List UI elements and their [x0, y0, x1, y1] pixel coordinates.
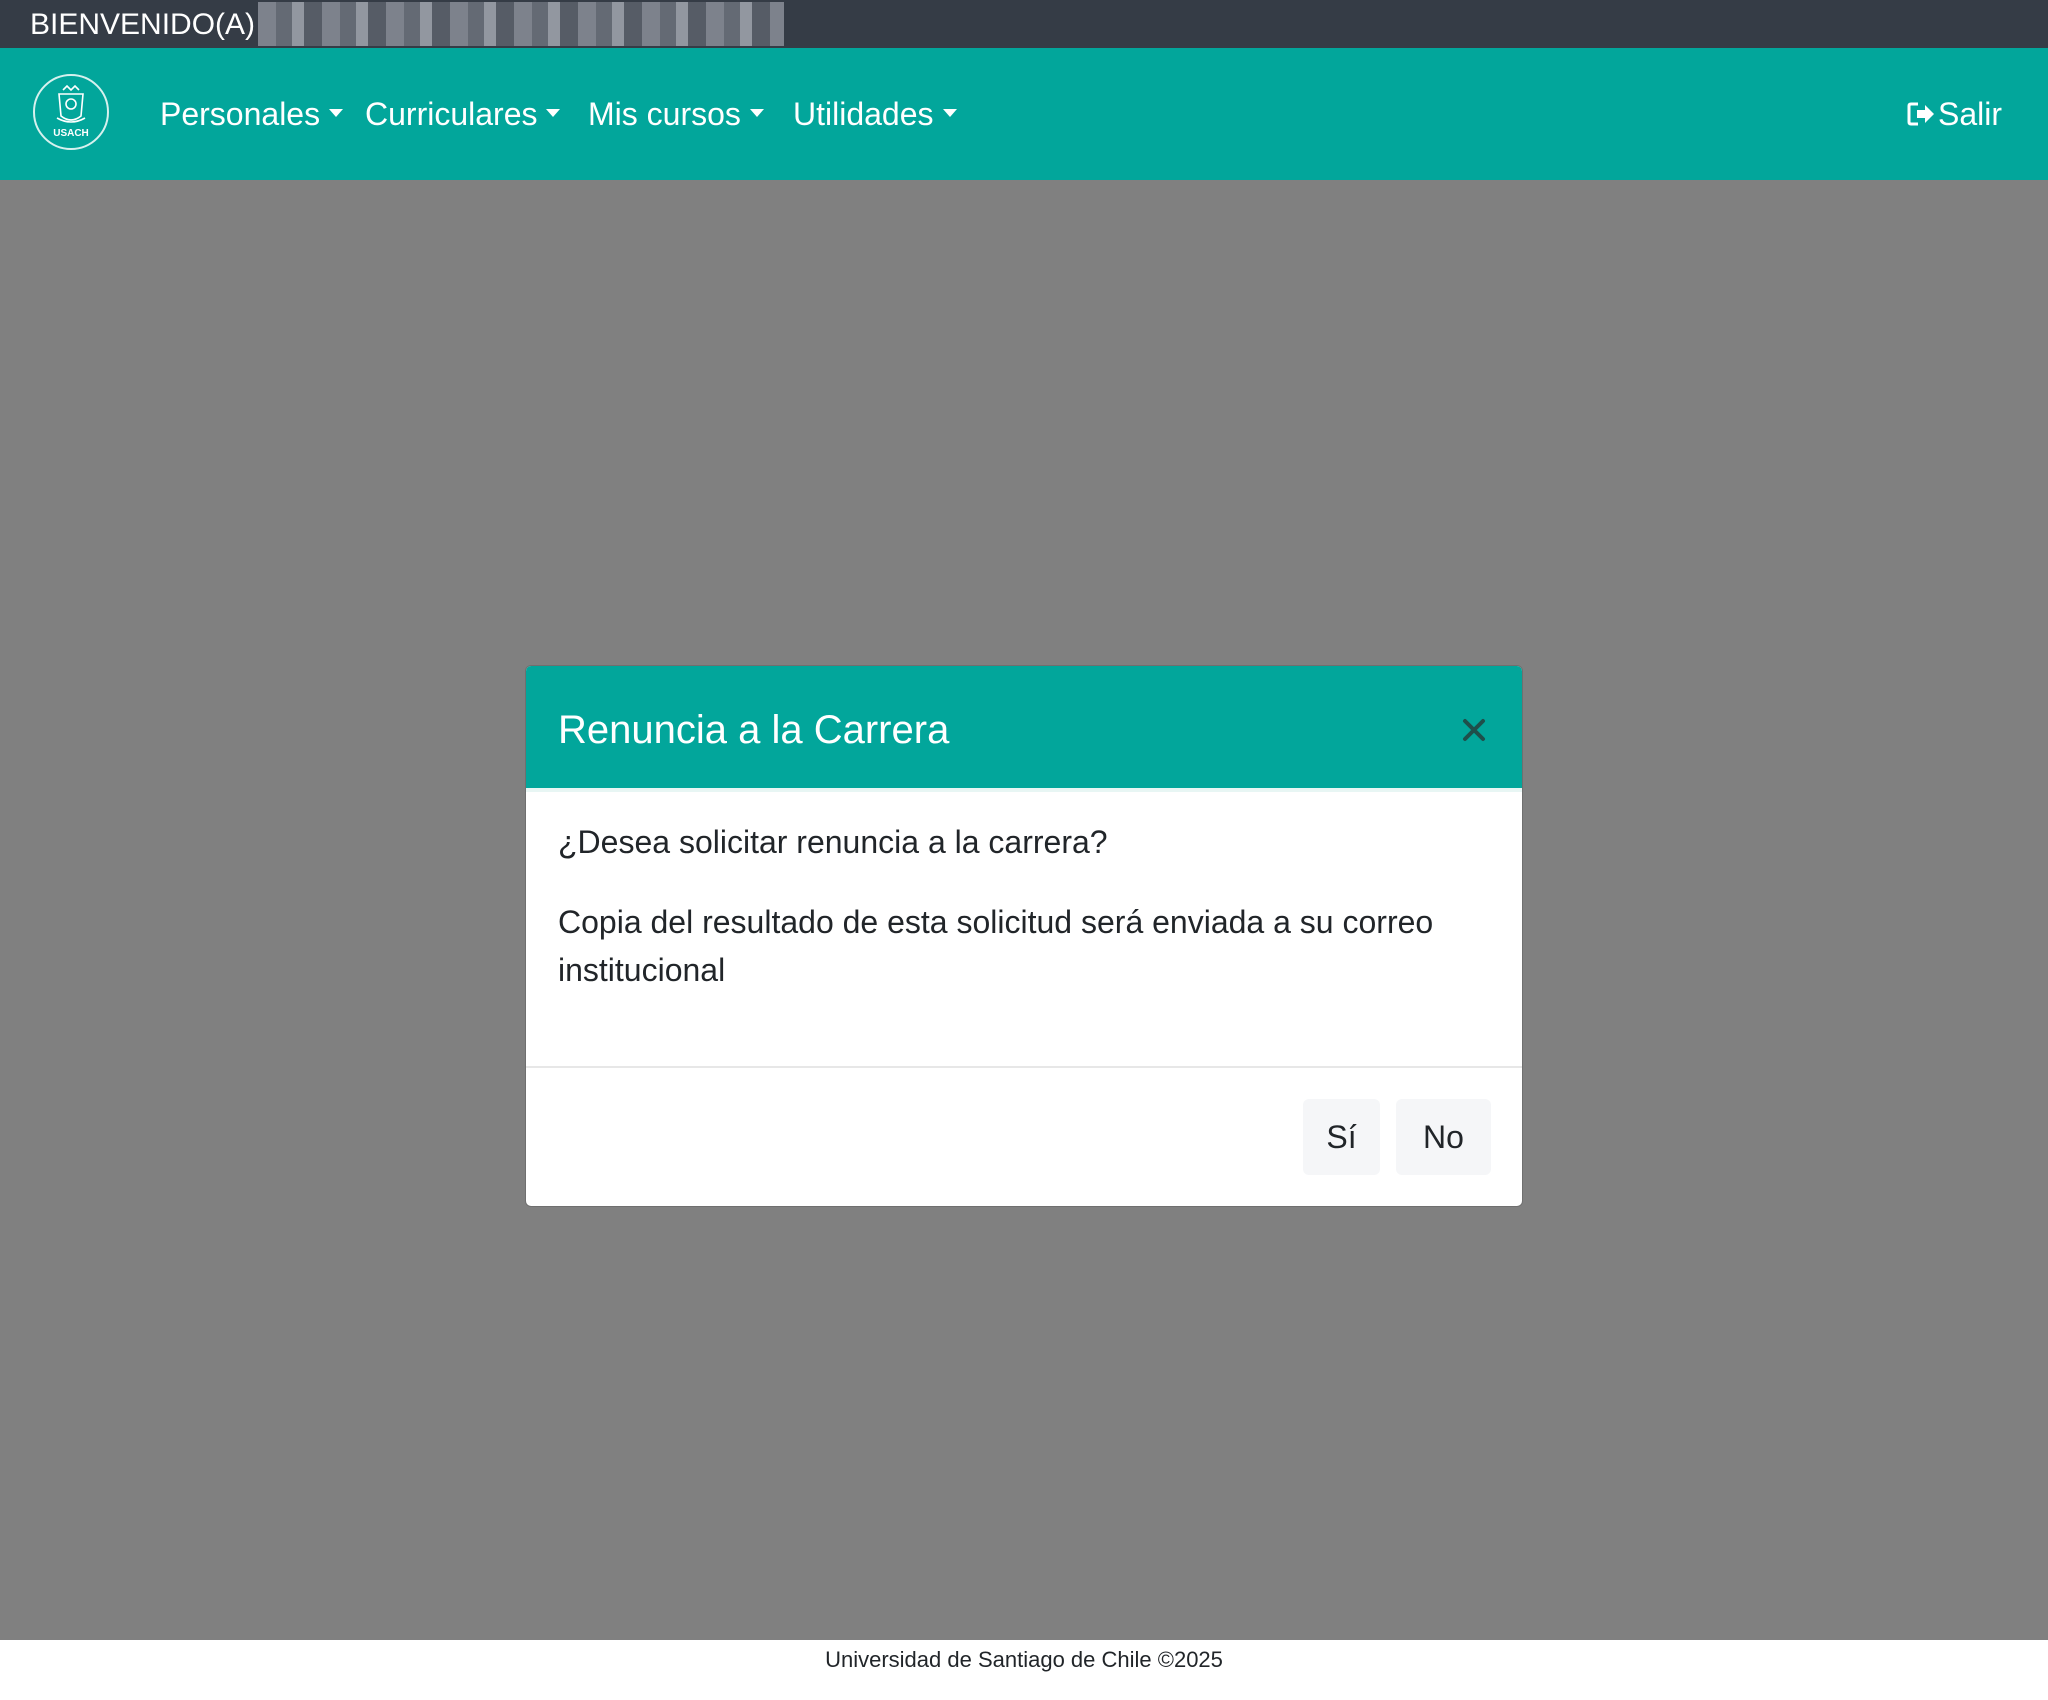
sign-out-icon [1907, 102, 1934, 126]
logout-button[interactable]: Salir [1906, 94, 2002, 134]
footer-copyright: Universidad de Santiago de Chile ©2025 [825, 1647, 1223, 1672]
nav-utilidades-label: Utilidades [793, 96, 934, 132]
welcome-bar: BIENVENIDO(A) [0, 0, 2048, 48]
footer: Universidad de Santiago de Chile ©2025 [0, 1640, 2048, 1700]
modal-title: Renuncia a la Carrera [558, 708, 950, 752]
redacted-user-name [258, 2, 784, 46]
modal-body: ¿Desea solicitar renuncia a la carrera? … [558, 818, 1488, 1026]
yes-button[interactable]: Sí [1303, 1099, 1380, 1175]
nav-curriculares[interactable]: Curriculares [365, 94, 561, 134]
modal-divider [526, 1066, 1522, 1068]
renuncia-modal: Renuncia a la Carrera ¿Desea solicitar r… [525, 665, 1523, 1207]
close-icon [1463, 719, 1485, 741]
caret-down-icon [329, 108, 344, 117]
nav-personales-label: Personales [160, 96, 321, 132]
nav-mis-cursos[interactable]: Mis cursos [588, 94, 764, 134]
modal-note: Copia del resultado de esta solicitud se… [558, 904, 1434, 988]
logout-label: Salir [1937, 96, 2002, 132]
usach-logo-icon[interactable]: USACH [33, 74, 109, 150]
no-button[interactable]: No [1396, 1099, 1491, 1175]
nav-mis-cursos-label: Mis cursos [588, 96, 741, 132]
nav-personales[interactable]: Personales [160, 94, 344, 134]
logo-text: USACH [53, 128, 89, 139]
close-button[interactable] [1454, 710, 1494, 750]
caret-down-icon [749, 108, 764, 117]
modal-question: ¿Desea solicitar renuncia a la carrera? [558, 824, 1108, 860]
nav-utilidades[interactable]: Utilidades [793, 94, 957, 134]
caret-down-icon [546, 108, 561, 117]
modal-header: Renuncia a la Carrera [526, 666, 1522, 792]
caret-down-icon [942, 108, 957, 117]
main-navbar: USACH Personales Curriculares Mis cursos… [0, 48, 2048, 180]
welcome-text: BIENVENIDO(A) [30, 8, 256, 41]
nav-curriculares-label: Curriculares [365, 96, 538, 132]
